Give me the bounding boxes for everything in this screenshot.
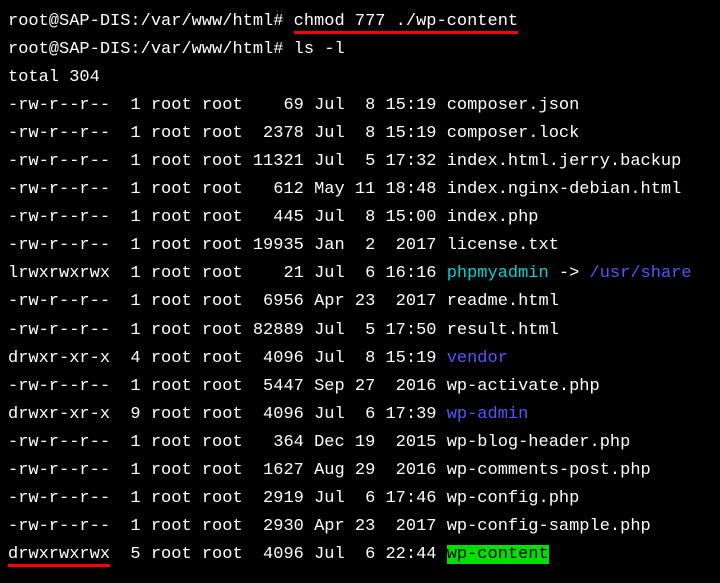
symlink-target: /usr/share [590, 264, 692, 283]
file-meta: 1 root root 69 Jul 8 15:19 [110, 96, 447, 115]
file-meta: 1 root root 82889 Jul 5 17:50 [110, 321, 447, 340]
file-name: wp-blog-header.php [447, 433, 631, 452]
file-meta: 1 root root 612 May 11 18:48 [110, 180, 447, 199]
file-name: license.txt [447, 236, 559, 255]
file-row: drwxr-xr-x 4 root root 4096 Jul 8 15:19 … [8, 345, 712, 373]
total-line: total 304 [8, 64, 712, 92]
file-permissions: drwxrwxrwx [8, 545, 110, 567]
file-permissions: -rw-r--r-- [8, 236, 110, 255]
file-permissions: -rw-r--r-- [8, 461, 110, 480]
file-name: wp-activate.php [447, 377, 600, 396]
file-meta: 4 root root 4096 Jul 8 15:19 [110, 349, 447, 368]
file-name: index.nginx-debian.html [447, 180, 682, 199]
file-meta: 9 root root 4096 Jul 6 17:39 [110, 405, 447, 424]
file-permissions: -rw-r--r-- [8, 321, 110, 340]
file-name: wp-content [447, 545, 549, 564]
file-meta: 5 root root 4096 Jul 6 22:44 [110, 545, 447, 564]
file-name: wp-config-sample.php [447, 517, 651, 536]
file-name: index.php [447, 208, 539, 227]
file-row: -rw-r--r-- 1 root root 364 Dec 19 2015 w… [8, 429, 712, 457]
symlink-arrow: -> [549, 264, 590, 283]
file-row: -rw-r--r-- 1 root root 82889 Jul 5 17:50… [8, 317, 712, 345]
prompt-line-1: root@SAP-DIS:/var/www/html# chmod 777 ./… [8, 8, 712, 36]
prompt-path: :/var/www/html# [130, 12, 293, 31]
file-permissions: -rw-r--r-- [8, 124, 110, 143]
command-chmod: chmod 777 ./wp-content [294, 12, 518, 34]
prompt-path: :/var/www/html# [130, 40, 293, 59]
file-name: wp-comments-post.php [447, 461, 651, 480]
file-row: -rw-r--r-- 1 root root 2378 Jul 8 15:19 … [8, 120, 712, 148]
file-name: composer.json [447, 96, 580, 115]
file-row: -rw-r--r-- 1 root root 11321 Jul 5 17:32… [8, 148, 712, 176]
file-name: wp-admin [447, 405, 529, 424]
file-row: lrwxrwxrwx 1 root root 21 Jul 6 16:16 ph… [8, 260, 712, 288]
command-ls: ls -l [294, 40, 345, 59]
file-meta: 1 root root 19935 Jan 2 2017 [110, 236, 447, 255]
file-permissions: lrwxrwxrwx [8, 264, 110, 283]
file-meta: 1 root root 2919 Jul 6 17:46 [110, 489, 447, 508]
file-name: result.html [447, 321, 559, 340]
prompt-user: root@SAP-DIS [8, 40, 130, 59]
file-meta: 1 root root 11321 Jul 5 17:32 [110, 152, 447, 171]
file-row: -rw-r--r-- 1 root root 445 Jul 8 15:00 i… [8, 204, 712, 232]
file-permissions: drwxr-xr-x [8, 405, 110, 424]
file-name: composer.lock [447, 124, 580, 143]
file-permissions: -rw-r--r-- [8, 517, 110, 536]
file-meta: 1 root root 6956 Apr 23 2017 [110, 292, 447, 311]
file-meta: 1 root root 21 Jul 6 16:16 [110, 264, 447, 283]
file-listing: -rw-r--r-- 1 root root 69 Jul 8 15:19 co… [8, 92, 712, 569]
file-name: index.html.jerry.backup [447, 152, 682, 171]
file-permissions: -rw-r--r-- [8, 96, 110, 115]
file-permissions: -rw-r--r-- [8, 292, 110, 311]
file-name: wp-config.php [447, 489, 580, 508]
file-name: vendor [447, 349, 508, 368]
file-row: -rw-r--r-- 1 root root 2919 Jul 6 17:46 … [8, 485, 712, 513]
file-row: -rw-r--r-- 1 root root 19935 Jan 2 2017 … [8, 232, 712, 260]
file-permissions: -rw-r--r-- [8, 180, 110, 199]
file-permissions: -rw-r--r-- [8, 152, 110, 171]
file-permissions: -rw-r--r-- [8, 377, 110, 396]
file-row: -rw-r--r-- 1 root root 2930 Apr 23 2017 … [8, 513, 712, 541]
prompt-line-2: root@SAP-DIS:/var/www/html# ls -l [8, 36, 712, 64]
file-permissions: -rw-r--r-- [8, 489, 110, 508]
file-row: -rw-r--r-- 1 root root 1627 Aug 29 2016 … [8, 457, 712, 485]
file-meta: 1 root root 2930 Apr 23 2017 [110, 517, 447, 536]
file-row: -rw-r--r-- 1 root root 69 Jul 8 15:19 co… [8, 92, 712, 120]
file-meta: 1 root root 2378 Jul 8 15:19 [110, 124, 447, 143]
file-permissions: drwxr-xr-x [8, 349, 110, 368]
file-row: -rw-r--r-- 1 root root 6956 Apr 23 2017 … [8, 288, 712, 316]
file-meta: 1 root root 5447 Sep 27 2016 [110, 377, 447, 396]
file-name: phpmyadmin [447, 264, 549, 283]
prompt-user: root@SAP-DIS [8, 12, 130, 31]
file-row: drwxr-xr-x 9 root root 4096 Jul 6 17:39 … [8, 401, 712, 429]
file-meta: 1 root root 445 Jul 8 15:00 [110, 208, 447, 227]
file-row: -rw-r--r-- 1 root root 5447 Sep 27 2016 … [8, 373, 712, 401]
file-permissions: -rw-r--r-- [8, 208, 110, 227]
file-row: drwxrwxrwx 5 root root 4096 Jul 6 22:44 … [8, 541, 712, 569]
file-row: -rw-r--r-- 1 root root 612 May 11 18:48 … [8, 176, 712, 204]
file-name: readme.html [447, 292, 559, 311]
file-meta: 1 root root 364 Dec 19 2015 [110, 433, 447, 452]
file-meta: 1 root root 1627 Aug 29 2016 [110, 461, 447, 480]
file-permissions: -rw-r--r-- [8, 433, 110, 452]
